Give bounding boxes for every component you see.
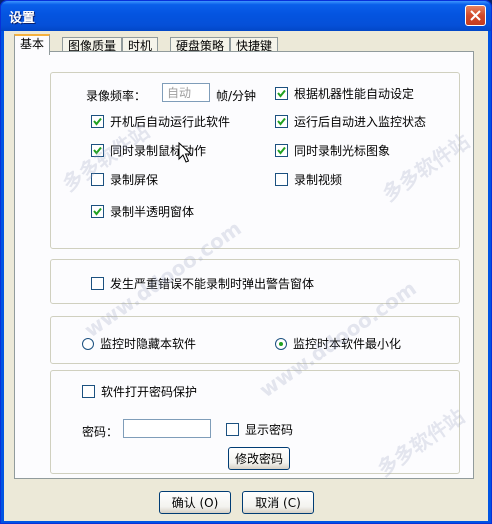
checkmark-icon [93,207,102,216]
frame-rate-label: 录像频率： [86,89,147,103]
checkmark-icon [93,146,102,155]
radio-circle [82,337,94,350]
minimize-software-label: 监控时本软件最小化 [293,337,402,351]
hide-software-radio[interactable]: 监控时隐藏本软件 [82,335,196,352]
checkbox-box [275,144,288,157]
checkbox-box [91,173,104,186]
run-on-startup-label: 开机后自动运行此软件 [110,115,231,129]
close-button[interactable] [465,5,486,26]
cancel-button[interactable]: 取消 (C) [242,491,314,514]
record-cursor-icon-label: 同时录制光标图象 [294,144,391,158]
record-cursor-icon-checkbox[interactable]: 同时录制光标图象 [275,142,390,159]
window-title: 设置 [9,11,36,26]
password-label: 密码： [82,425,119,439]
checkbox-box [275,87,288,100]
record-screensaver-label: 录制屏保 [110,173,159,187]
settings-dialog: 设置 基本 图像质量 时机 硬盘策略 快捷键 录像频率： 帧/分钟 根据机器性能… [0,0,492,524]
show-password-label: 显示密码 [245,423,294,437]
checkmark-icon [277,89,286,98]
record-video-checkbox[interactable]: 录制视频 [275,171,342,188]
close-icon [470,10,481,21]
tab-panel-basic: 录像频率： 帧/分钟 根据机器性能自动设定 开机后自动运行此软件 运行后自动进入… [14,51,474,481]
checkbox-box [275,173,288,186]
tab-basic[interactable]: 基本 [14,34,51,55]
checkmark-icon [277,146,286,155]
dialog-client-area: 基本 图像质量 时机 硬盘策略 快捷键 录像频率： 帧/分钟 根据机器性能自动设… [4,31,488,521]
enable-password-label: 软件打开密码保护 [101,385,198,399]
error-warning-group: 发生严重错误不能录制时弹出警告窗体 [50,259,460,304]
record-video-label: 录制视频 [294,173,343,187]
frame-rate-input[interactable] [162,83,210,102]
record-screensaver-checkbox[interactable]: 录制屏保 [91,171,158,188]
auto-performance-label: 根据机器性能自动设定 [294,87,415,101]
monitor-mode-group: 监控时隐藏本软件 监控时本软件最小化 [50,316,460,364]
change-password-button[interactable]: 修改密码 [228,447,290,470]
enable-password-checkbox[interactable]: 软件打开密码保护 [82,383,197,400]
checkbox-box [91,144,104,157]
checkbox-box [91,205,104,218]
radio-circle-selected [275,337,287,350]
frame-rate-unit: 帧/分钟 [216,89,257,103]
auto-performance-checkbox[interactable]: 根据机器性能自动设定 [275,85,414,102]
record-translucent-label: 录制半透明窗体 [110,205,195,219]
checkbox-box [275,115,288,128]
checkmark-icon [93,117,102,126]
password-group: 软件打开密码保护 密码： 显示密码 修改密码 [50,370,460,474]
warn-on-error-label: 发生严重错误不能录制时弹出警告窗体 [110,277,315,291]
title-bar[interactable]: 设置 [1,1,491,31]
hide-software-label: 监控时隐藏本软件 [100,337,197,351]
show-password-checkbox[interactable]: 显示密码 [226,421,293,438]
checkbox-box [91,115,104,128]
radio-dot [279,341,283,346]
ok-button[interactable]: 确认 (O) [159,491,231,514]
run-on-startup-checkbox[interactable]: 开机后自动运行此软件 [91,113,230,130]
checkbox-box [91,277,104,290]
checkbox-box [82,385,95,398]
checkmark-icon [277,117,286,126]
password-input[interactable] [123,419,211,438]
record-translucent-checkbox[interactable]: 录制半透明窗体 [91,203,194,220]
checkbox-box [226,423,239,436]
minimize-software-radio[interactable]: 监控时本软件最小化 [275,335,401,352]
recording-options-group: 录像频率： 帧/分钟 根据机器性能自动设定 开机后自动运行此软件 运行后自动进入… [50,72,460,249]
warn-on-error-checkbox[interactable]: 发生严重错误不能录制时弹出警告窗体 [91,275,314,292]
mouse-cursor-icon [178,142,192,163]
auto-monitor-label: 运行后自动进入监控状态 [294,115,427,129]
auto-monitor-checkbox[interactable]: 运行后自动进入监控状态 [275,113,426,130]
